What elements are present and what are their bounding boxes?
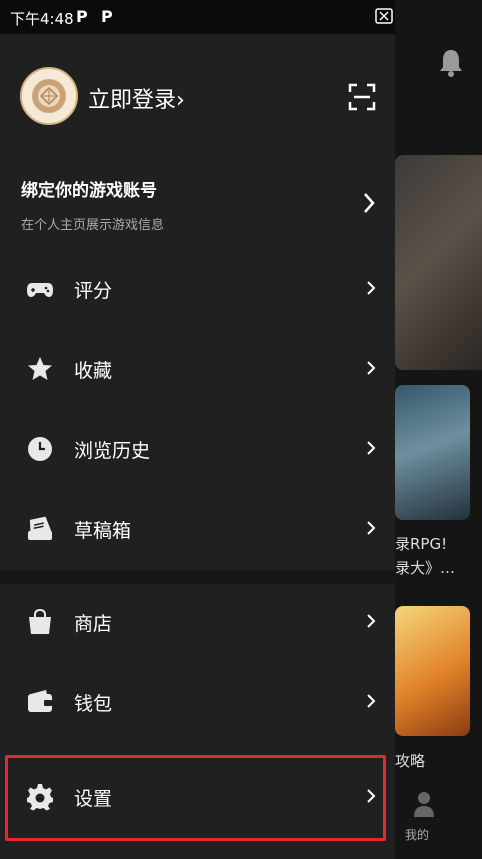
- sim-off-icon: [375, 8, 393, 28]
- app-notification-icon: P: [76, 7, 88, 26]
- status-time: 下午4:48: [10, 10, 74, 28]
- menu-item-drafts[interactable]: 草稿箱: [0, 491, 395, 569]
- shopping-bag-icon: [26, 608, 54, 636]
- avatar[interactable]: [20, 67, 78, 125]
- tab-label-mine: 我的: [405, 828, 430, 842]
- chevron-right-icon: [366, 440, 376, 460]
- bind-subtitle: 在个人主页展示游戏信息: [21, 218, 165, 233]
- login-link[interactable]: 立即登录›: [88, 82, 185, 114]
- login-label: 立即登录: [88, 88, 177, 113]
- background-card-image: [395, 385, 470, 520]
- chevron-right-icon: [362, 192, 376, 218]
- chevron-right-icon: [366, 693, 376, 713]
- chevron-right-icon: ›: [176, 88, 185, 113]
- wallet-icon: [26, 688, 54, 716]
- background-card-title: 攻略: [395, 752, 426, 770]
- menu-item-store[interactable]: 商店: [0, 584, 395, 662]
- chevron-right-icon: [366, 280, 376, 300]
- background-app: 录RPG! 录大》… 攻略 我的: [395, 0, 482, 859]
- menu-item-label: 浏览历史: [74, 440, 151, 462]
- background-card-title: 录大》…: [395, 559, 456, 577]
- scan-icon[interactable]: [348, 83, 376, 111]
- background-card-image: [395, 606, 470, 736]
- menu-item-rating[interactable]: 评分: [0, 251, 395, 329]
- background-card-image: [395, 155, 482, 370]
- menu-item-wallet[interactable]: 钱包: [0, 664, 395, 742]
- background-card-title: 录RPG!: [395, 535, 448, 553]
- chevron-right-icon: [366, 520, 376, 540]
- menu-item-label: 钱包: [74, 693, 113, 715]
- drafts-icon: [26, 515, 54, 543]
- bind-title: 绑定你的游戏账号: [21, 181, 157, 201]
- menu-item-label: 收藏: [74, 360, 113, 382]
- highlight-box: [5, 755, 386, 841]
- chevron-right-icon: [366, 613, 376, 633]
- menu-item-favorites[interactable]: 收藏: [0, 331, 395, 409]
- app-notification-icon: P: [101, 7, 113, 26]
- menu-item-label: 草稿箱: [74, 520, 132, 542]
- star-icon: [26, 355, 54, 383]
- bell-icon: [438, 48, 464, 82]
- menu-item-history[interactable]: 浏览历史: [0, 411, 395, 489]
- menu-item-label: 评分: [74, 280, 113, 302]
- menu-item-label: 商店: [74, 613, 113, 635]
- drawer-header: 立即登录›: [0, 34, 395, 164]
- navigation-drawer: 立即登录› 绑定你的游戏账号 在个人主页展示游戏信息 评分 收藏 浏览历史 草稿…: [0, 34, 395, 859]
- bind-game-account[interactable]: 绑定你的游戏账号 在个人主页展示游戏信息: [0, 164, 395, 244]
- chevron-right-icon: [366, 360, 376, 380]
- section-divider: [0, 570, 395, 584]
- gamepad-icon: [26, 275, 54, 303]
- clock-icon: [26, 435, 54, 463]
- person-icon: [412, 790, 436, 822]
